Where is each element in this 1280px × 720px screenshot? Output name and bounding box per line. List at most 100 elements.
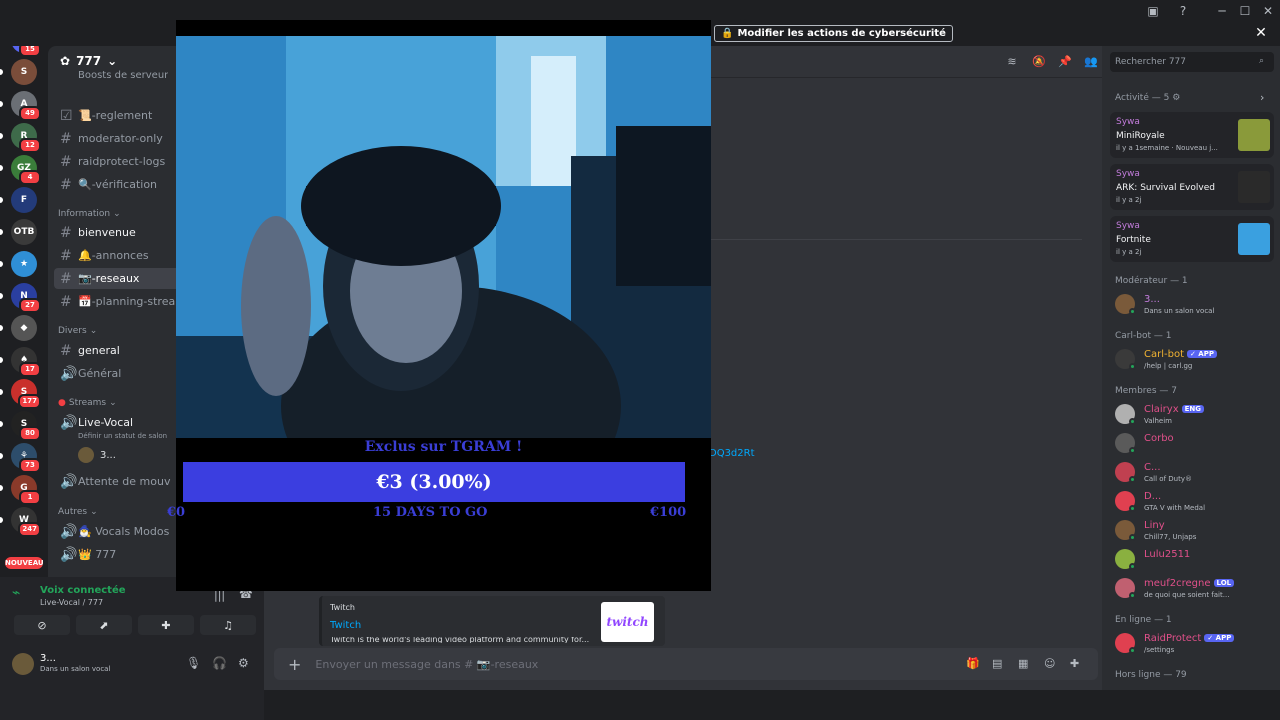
- sticker-icon[interactable]: ▦: [1018, 657, 1028, 670]
- avatar[interactable]: [12, 653, 34, 675]
- help-icon[interactable]: ?: [1173, 2, 1193, 20]
- member-row[interactable]: 3... Dans un salon vocal: [1115, 292, 1275, 318]
- message-link[interactable]: DQ3d2Rt: [709, 448, 755, 459]
- twitch-logo: twitch: [606, 615, 649, 629]
- member-row[interactable]: Lulu2511: [1115, 547, 1275, 573]
- member-row[interactable]: D... GTA V with Medal: [1115, 489, 1275, 515]
- stream-video[interactable]: Exclus sur TGRAM ! €3 (3.00%) €0 15 DAYS…: [167, 20, 711, 591]
- channel-name: 🧙‍♂️ Vocals Modos: [78, 525, 170, 538]
- maximize-button[interactable]: ☐: [1235, 2, 1255, 20]
- camera-button[interactable]: ⊘: [14, 615, 70, 635]
- category-streams[interactable]: ● Streams ⌄: [58, 398, 117, 408]
- member-name-text: meuf2cregne: [1144, 578, 1211, 589]
- member-name: meuf2cregne LOL: [1144, 578, 1235, 589]
- server-icon: ✿: [60, 54, 71, 68]
- member-name-text: D...: [1144, 491, 1162, 502]
- server-icon[interactable]: GZ 4: [11, 155, 41, 185]
- member-tag: ✓ APP: [1204, 634, 1235, 642]
- settings-gear-icon[interactable]: ⚙: [238, 656, 249, 670]
- server-icon[interactable]: ♠ 17: [11, 347, 41, 377]
- emoji-icon[interactable]: ☺: [1044, 657, 1055, 670]
- category-divers[interactable]: Divers ⌄: [58, 326, 97, 336]
- status-indicator: [1129, 447, 1136, 454]
- gif-icon[interactable]: ▤: [992, 657, 1002, 670]
- headphones-icon[interactable]: 🎧: [212, 656, 227, 670]
- add-attachment-icon[interactable]: +: [288, 655, 301, 674]
- server-icon[interactable]: S 80: [11, 411, 41, 441]
- member-row[interactable]: Corbo: [1115, 431, 1275, 457]
- server-icon[interactable]: ⚘ 73: [11, 443, 41, 473]
- embed-thumbnail[interactable]: twitch: [601, 602, 654, 642]
- member-name-text: Liny: [1144, 520, 1165, 531]
- mention-badge: 17: [19, 362, 41, 377]
- activity-card[interactable]: Sywa Fortnite il y a 2j: [1110, 216, 1274, 262]
- member-row[interactable]: RaidProtect ✓ APP/settings: [1115, 631, 1275, 657]
- activity-header[interactable]: Activité — 5 ⚙: [1115, 93, 1180, 103]
- notifications-muted-icon[interactable]: 🔕: [1031, 55, 1047, 71]
- server-icon[interactable]: F: [11, 187, 37, 213]
- category-autres[interactable]: Autres ⌄: [58, 507, 98, 517]
- gear-icon: ⚙: [1172, 93, 1181, 103]
- voice-user[interactable]: 3...: [78, 447, 116, 463]
- screen-share-button[interactable]: ⬈: [76, 615, 132, 635]
- server-icon[interactable]: OTB: [11, 219, 37, 245]
- threads-icon[interactable]: ≋: [1004, 55, 1020, 71]
- channel-name: 👑 777: [78, 548, 117, 561]
- activity-time: il y a 2j: [1116, 248, 1142, 256]
- activity-time: il y a 2j: [1116, 196, 1142, 204]
- chevron-right-icon[interactable]: ›: [1260, 91, 1264, 104]
- members-icon[interactable]: 👥: [1083, 55, 1099, 71]
- hash-icon: #: [60, 224, 72, 241]
- server-boost-link[interactable]: Boosts de serveur: [78, 70, 168, 80]
- member-tag: LOL: [1213, 579, 1235, 587]
- server-icon[interactable]: A 49: [11, 91, 41, 121]
- inbox-icon[interactable]: ▣: [1143, 2, 1163, 20]
- mention-badge: 4: [19, 170, 41, 185]
- apps-icon[interactable]: ✚: [1070, 657, 1079, 670]
- category-information[interactable]: Information ⌄: [58, 209, 121, 219]
- activities-button[interactable]: ✚: [138, 615, 194, 635]
- pin-icon[interactable]: 📌: [1057, 55, 1073, 71]
- cybersecurity-button[interactable]: 🔒 Modifier les actions de cybersécurité: [714, 25, 953, 42]
- soundboard-button[interactable]: ♫: [200, 615, 256, 635]
- status-indicator: [1129, 592, 1136, 599]
- member-row[interactable]: meuf2cregne LOL de quoi que soient fait...: [1115, 576, 1275, 602]
- server-icon[interactable]: ◆: [11, 315, 37, 341]
- user-panel: ⌁ Voix connectée Live-Vocal / 777 ||| ☎ …: [0, 577, 264, 720]
- camera-off-icon: ⊘: [37, 618, 47, 632]
- server-icon[interactable]: G1: [11, 475, 41, 505]
- voice-location[interactable]: Live-Vocal / 777: [40, 598, 103, 607]
- server-icon[interactable]: R 12: [11, 123, 41, 153]
- member-name: Carl-bot ✓ APP: [1144, 349, 1217, 360]
- member-activity: /settings: [1144, 646, 1175, 654]
- member-row[interactable]: Clairyx ENG Valheim: [1115, 402, 1275, 428]
- mention-badge: 12: [19, 138, 41, 153]
- mention-badge: 1: [19, 490, 41, 505]
- server-icon[interactable]: ★: [11, 251, 37, 277]
- activity-card[interactable]: Sywa ARK: Survival Evolved il y a 2j: [1110, 164, 1274, 210]
- activity-card[interactable]: Sywa MiniRoyale il y a 1semaine · Nouveau …: [1110, 112, 1274, 158]
- microphone-icon[interactable]: 🎙: [186, 656, 201, 670]
- embed-title[interactable]: Twitch: [330, 620, 361, 631]
- unread-pill: [0, 261, 3, 267]
- member-name: 3...: [1144, 294, 1160, 305]
- member-row[interactable]: C... Call of Duty®: [1115, 460, 1275, 486]
- message-composer[interactable]: + Envoyer un message dans # 📷-reseaux 🎁 …: [274, 648, 1098, 680]
- close-banner-button[interactable]: ✕: [1252, 25, 1270, 43]
- close-window-button[interactable]: ✕: [1258, 2, 1278, 20]
- server-icon[interactable]: S 177: [11, 379, 41, 409]
- server-icon[interactable]: N 27: [11, 283, 41, 313]
- server-icon[interactable]: W 247: [11, 507, 41, 537]
- rules-icon: ☑: [60, 107, 73, 124]
- search-input[interactable]: Rechercher 777 ⌕: [1110, 52, 1274, 72]
- member-row[interactable]: Carl-bot ✓ APP/help | carl.gg: [1115, 347, 1275, 373]
- message-input[interactable]: Envoyer un message dans # 📷-reseaux: [315, 658, 538, 671]
- channel-status[interactable]: Définir un statut de salon: [78, 432, 167, 440]
- gift-icon[interactable]: 🎁: [966, 657, 980, 670]
- unread-pill: [0, 453, 3, 459]
- member-row[interactable]: Liny Chill77, Unjaps: [1115, 518, 1275, 544]
- unread-pill: [0, 421, 3, 427]
- minimize-button[interactable]: ─: [1212, 2, 1232, 20]
- server-icon[interactable]: S: [11, 59, 37, 85]
- activities-icon: ✚: [161, 618, 171, 632]
